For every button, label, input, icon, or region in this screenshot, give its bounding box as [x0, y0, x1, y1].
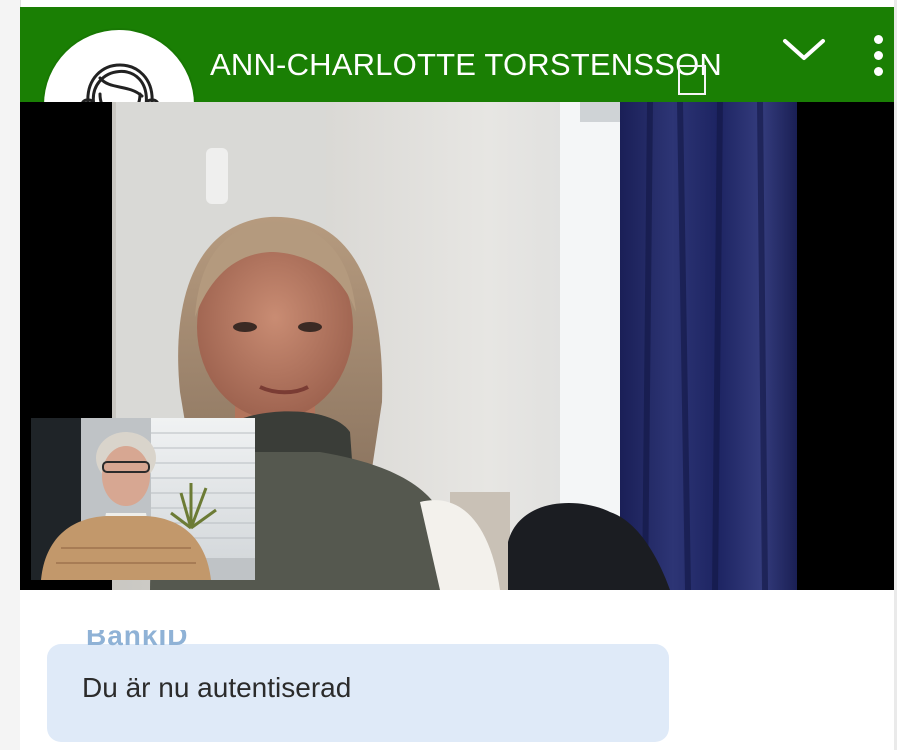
- chevron-down-icon[interactable]: [782, 37, 826, 63]
- local-participant-video: [31, 418, 255, 580]
- chat-message-text: Du är nu autentiserad: [82, 672, 352, 703]
- window-left-edge: [0, 0, 21, 750]
- minimize-window-icon[interactable]: [678, 65, 706, 95]
- partial-message-label: BankID: [86, 630, 189, 651]
- agent-name: ANN-CHARLOTTE TORSTENSSON: [210, 47, 722, 82]
- more-vertical-icon[interactable]: [868, 35, 888, 87]
